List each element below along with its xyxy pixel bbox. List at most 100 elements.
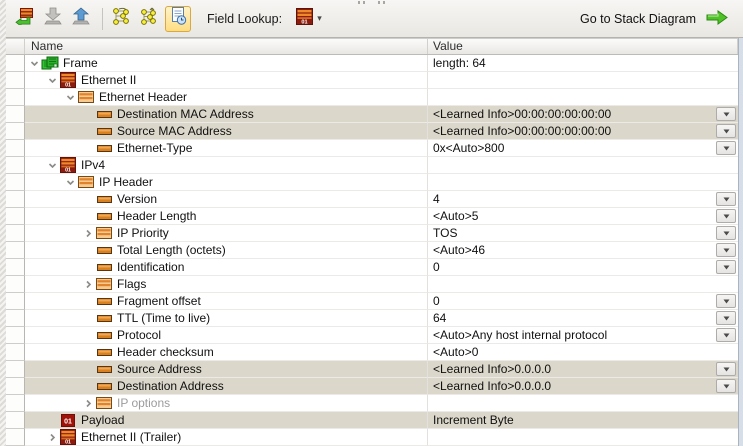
value-dropdown-button[interactable]	[716, 192, 736, 206]
table-row[interactable]: Source MAC Address <Learned Info>00:00:0…	[6, 123, 743, 140]
value-dropdown-button[interactable]	[716, 124, 736, 138]
chevron-slot[interactable]	[63, 93, 77, 102]
table-row[interactable]: Fragment offset 0	[6, 293, 743, 310]
table-row[interactable]: 01 Payload Increment Byte	[6, 412, 743, 429]
value-dropdown-button[interactable]	[716, 379, 736, 393]
row-value-cell[interactable]: 0	[428, 259, 738, 276]
row-value-cell[interactable]: 0x<Auto>800	[428, 140, 738, 157]
row-name-cell: Source Address	[25, 361, 428, 378]
nic-icon	[41, 56, 59, 70]
table-row[interactable]: Ethernet Header	[6, 89, 743, 106]
expand-all-fields-button[interactable]	[109, 6, 135, 32]
fieldbar-icon	[95, 145, 113, 152]
row-value-cell[interactable]: <Learned Info>00:00:00:00:00:00	[428, 106, 738, 123]
row-label: IP options	[117, 396, 170, 410]
protocol-01-icon: 01	[296, 8, 313, 30]
chevron-slot[interactable]	[45, 76, 59, 85]
row-value-cell[interactable]: <Learned Info>00:00:00:00:00:00	[428, 123, 738, 140]
row-value-cell[interactable]: <Auto>0	[428, 344, 738, 361]
fieldbar-icon	[95, 383, 113, 390]
row-name-cell: IP Priority	[25, 225, 428, 242]
row-value-cell[interactable]: 64	[428, 310, 738, 327]
table-row[interactable]: Source Address <Learned Info>0.0.0.0	[6, 361, 743, 378]
table-row[interactable]: Destination MAC Address <Learned Info>00…	[6, 106, 743, 123]
value-dropdown-button[interactable]	[716, 226, 736, 240]
row-value-cell[interactable]: TOS	[428, 225, 738, 242]
row-value-cell[interactable]: 4	[428, 191, 738, 208]
row-value-cell[interactable]: 0	[428, 293, 738, 310]
chevron-slot[interactable]	[81, 399, 95, 408]
table-row[interactable]: IP Priority TOS	[6, 225, 743, 242]
column-header-name[interactable]: Name	[25, 39, 428, 54]
table-row[interactable]: Header checksum <Auto>0	[6, 344, 743, 361]
toggle-field-details-button[interactable]	[165, 6, 191, 32]
row-name-cell: IP options	[25, 395, 428, 412]
table-row[interactable]: 01 Ethernet II (Trailer)	[6, 429, 743, 446]
row-value-cell[interactable]	[428, 276, 738, 293]
row-name-cell: IP Header	[25, 174, 428, 191]
row-value-cell[interactable]: <Auto>46	[428, 242, 738, 259]
chevron-slot[interactable]	[81, 280, 95, 289]
chevron-slot[interactable]	[27, 59, 41, 68]
chevron-slot[interactable]	[45, 161, 59, 170]
value-dropdown-button[interactable]	[716, 328, 736, 342]
table-row[interactable]: Ethernet-Type 0x<Auto>800	[6, 140, 743, 157]
row-name-cell: Version	[25, 191, 428, 208]
row-value-cell[interactable]: Increment Byte	[428, 412, 738, 429]
value-dropdown-button[interactable]	[716, 294, 736, 308]
row-value-cell[interactable]: length: 64	[428, 55, 738, 72]
value-dropdown-button[interactable]	[716, 141, 736, 155]
value-dropdown-button[interactable]	[716, 243, 736, 257]
table-row[interactable]: TTL (Time to live) 64	[6, 310, 743, 327]
row-value-cell[interactable]	[428, 174, 738, 191]
table-row[interactable]: IP Header	[6, 174, 743, 191]
chevron-slot[interactable]	[81, 229, 95, 238]
value-dropdown-button[interactable]	[716, 260, 736, 274]
value-dropdown-button[interactable]	[716, 209, 736, 223]
row-gutter-cell	[6, 327, 25, 344]
table-row[interactable]: Identification 0	[6, 259, 743, 276]
table-row[interactable]: Frame length: 64	[6, 55, 743, 72]
table-row[interactable]: 01 IPv4	[6, 157, 743, 174]
row-value-cell[interactable]: <Auto>5	[428, 208, 738, 225]
value-dropdown-button[interactable]	[716, 311, 736, 325]
table-row[interactable]: Total Length (octets) <Auto>46	[6, 242, 743, 259]
row-gutter-cell	[6, 208, 25, 225]
value-dropdown-button[interactable]	[716, 107, 736, 121]
toolbar-separator	[102, 8, 103, 30]
chevron-slot[interactable]	[45, 433, 59, 442]
field-lookup-button[interactable]: 01 ▾	[290, 6, 328, 32]
table-row[interactable]: Header Length <Auto>5	[6, 208, 743, 225]
row-gutter-cell	[6, 174, 25, 191]
row-value-cell[interactable]	[428, 429, 738, 446]
row-value-cell[interactable]: <Auto>Any host internal protocol	[428, 327, 738, 344]
add-header-button[interactable]	[12, 6, 38, 32]
row-value-cell[interactable]	[428, 72, 738, 89]
table-row[interactable]: Destination Address <Learned Info>0.0.0.…	[6, 378, 743, 395]
row-value-cell[interactable]	[428, 89, 738, 106]
go-to-stack-diagram-link[interactable]: Go to Stack Diagram	[580, 9, 729, 29]
row-value-cell[interactable]	[428, 395, 738, 412]
table-row[interactable]: Protocol <Auto>Any host internal protoco…	[6, 327, 743, 344]
chevron-slot[interactable]	[63, 178, 77, 187]
show-modified-fields-button[interactable]	[137, 6, 163, 32]
move-header-down-button[interactable]	[40, 6, 66, 32]
row-label: Payload	[81, 413, 124, 427]
vertical-scrollbar[interactable]	[738, 38, 743, 446]
table-row[interactable]: 01 Ethernet II	[6, 72, 743, 89]
column-header-value[interactable]: Value	[428, 39, 738, 54]
row-value-cell[interactable]	[428, 157, 738, 174]
row-value: <Learned Info>00:00:00:00:00:00	[433, 107, 611, 121]
row-value-cell[interactable]: <Learned Info>0.0.0.0	[428, 378, 738, 395]
row-gutter-cell	[6, 429, 25, 446]
row-name-cell: Header checksum	[25, 344, 428, 361]
move-header-up-button[interactable]	[68, 6, 94, 32]
table-row[interactable]: IP options	[6, 395, 743, 412]
row-label: Ethernet Header	[99, 90, 187, 104]
row-gutter-cell	[6, 344, 25, 361]
table-row[interactable]: Flags	[6, 276, 743, 293]
row-value-cell[interactable]: <Learned Info>0.0.0.0	[428, 361, 738, 378]
row-label: Fragment offset	[117, 294, 201, 308]
table-row[interactable]: Version 4	[6, 191, 743, 208]
value-dropdown-button[interactable]	[716, 362, 736, 376]
